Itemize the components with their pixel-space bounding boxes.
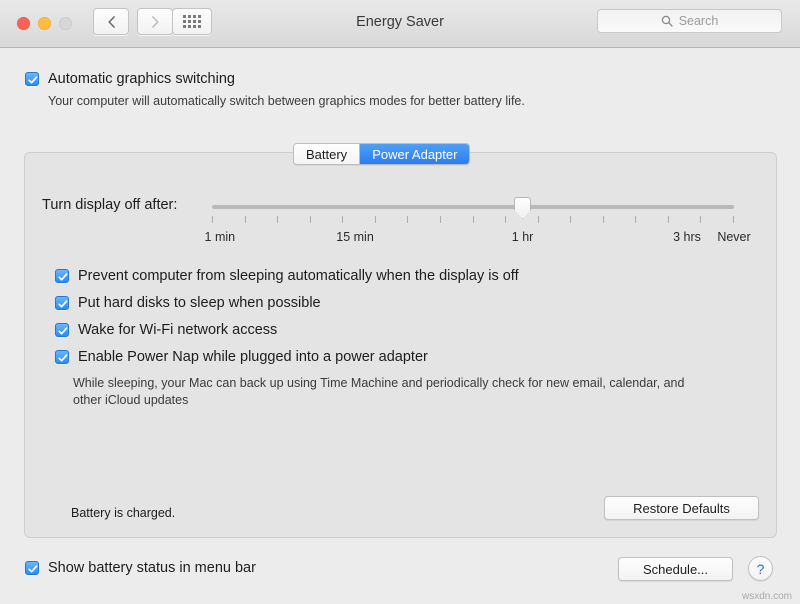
slider-tick bbox=[309, 216, 311, 223]
slider-tick bbox=[342, 216, 344, 223]
search-placeholder: Search bbox=[678, 14, 719, 28]
slider-tick-label: 1 min bbox=[204, 230, 236, 244]
checkmark-icon bbox=[28, 76, 38, 84]
checkmark-icon bbox=[58, 273, 68, 281]
slider-tick bbox=[733, 216, 734, 223]
power-option-checkbox[interactable]: Enable Power Nap while plugged into a po… bbox=[55, 350, 735, 365]
automatic-graphics-switching-label: Automatic graphics switching bbox=[48, 71, 235, 87]
slider-tick-label: Never bbox=[717, 230, 751, 244]
slider-tick bbox=[700, 216, 702, 223]
power-option-checkbox[interactable]: Put hard disks to sleep when possible bbox=[55, 296, 735, 311]
search-icon bbox=[661, 15, 673, 27]
checkbox-checked-icon bbox=[55, 269, 69, 283]
automatic-graphics-switching-description: Your computer will automatically switch … bbox=[48, 94, 525, 108]
checkbox-checked-icon bbox=[25, 561, 39, 575]
slider-tick bbox=[277, 216, 279, 223]
slider-tick bbox=[635, 216, 637, 223]
turn-display-off-label: Turn display off after: bbox=[42, 197, 178, 213]
power-option-label: Wake for Wi-Fi network access bbox=[78, 322, 278, 338]
show-battery-status-checkbox[interactable]: Show battery status in menu bar bbox=[25, 561, 256, 576]
power-option-checkbox[interactable]: Prevent computer from sleeping automatic… bbox=[55, 269, 735, 284]
checkmark-icon bbox=[58, 354, 68, 362]
power-option-label: Enable Power Nap while plugged into a po… bbox=[78, 349, 428, 365]
slider-tick bbox=[439, 216, 441, 223]
display-sleep-slider-ticks bbox=[212, 216, 734, 223]
power-option-label: Put hard disks to sleep when possible bbox=[78, 295, 321, 311]
slider-tick bbox=[407, 216, 409, 223]
checkmark-icon bbox=[28, 565, 38, 573]
checkbox-checked-icon bbox=[55, 323, 69, 337]
display-sleep-slider-labels: 1 min 15 min 1 hr 3 hrs Never bbox=[0, 230, 800, 246]
power-nap-description: While sleeping, your Mac can back up usi… bbox=[73, 376, 685, 407]
slider-tick bbox=[472, 216, 474, 223]
slider-tick bbox=[537, 216, 539, 223]
restore-defaults-button[interactable]: Restore Defaults bbox=[604, 496, 759, 520]
checkbox-checked-icon bbox=[25, 72, 39, 86]
help-button[interactable]: ? bbox=[748, 556, 773, 581]
slider-tick bbox=[602, 216, 604, 223]
slider-tick bbox=[212, 216, 213, 223]
slider-tick-label: 1 hr bbox=[511, 230, 534, 244]
show-battery-status-label: Show battery status in menu bar bbox=[48, 560, 256, 576]
tab-battery[interactable]: Battery bbox=[294, 144, 360, 164]
slider-tick bbox=[374, 216, 376, 223]
checkmark-icon bbox=[58, 327, 68, 335]
power-option-checkbox[interactable]: Wake for Wi-Fi network access bbox=[55, 323, 735, 338]
slider-tick-label: 3 hrs bbox=[673, 230, 701, 244]
battery-status-text: Battery is charged. bbox=[71, 506, 176, 520]
schedule-button[interactable]: Schedule... bbox=[618, 557, 733, 581]
power-options-list: Prevent computer from sleeping automatic… bbox=[55, 269, 735, 377]
slider-tick bbox=[570, 216, 572, 223]
checkbox-checked-icon bbox=[55, 350, 69, 364]
tab-power-adapter[interactable]: Power Adapter bbox=[359, 144, 470, 164]
power-option-label: Prevent computer from sleeping automatic… bbox=[78, 268, 519, 284]
checkbox-checked-icon bbox=[55, 296, 69, 310]
window-titlebar: Energy Saver Search bbox=[0, 0, 800, 48]
watermark: wsxdn.com bbox=[741, 591, 792, 602]
display-sleep-slider-track[interactable] bbox=[212, 205, 734, 209]
automatic-graphics-switching-checkbox[interactable]: Automatic graphics switching bbox=[25, 72, 235, 87]
slider-thumb-shape bbox=[514, 197, 532, 219]
slider-tick bbox=[667, 216, 669, 223]
slider-tick bbox=[505, 216, 507, 223]
display-sleep-slider-thumb[interactable] bbox=[514, 197, 532, 219]
checkmark-icon bbox=[58, 300, 68, 308]
slider-tick-label: 15 min bbox=[336, 230, 374, 244]
slider-tick bbox=[244, 216, 246, 223]
power-source-tabs: Battery Power Adapter bbox=[293, 143, 471, 165]
search-field[interactable]: Search bbox=[597, 9, 782, 33]
